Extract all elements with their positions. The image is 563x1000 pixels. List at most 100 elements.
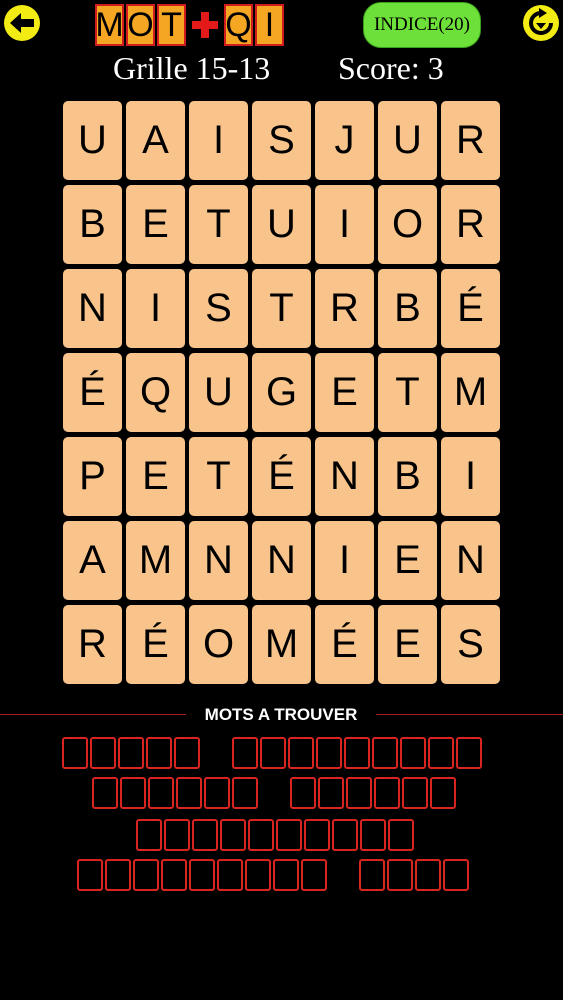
letter-tile[interactable]: O bbox=[189, 605, 248, 684]
back-button[interactable] bbox=[4, 5, 40, 41]
letter-slot bbox=[332, 819, 358, 851]
letter-tile[interactable]: T bbox=[378, 353, 437, 432]
letter-slot bbox=[105, 859, 131, 891]
letter-slot bbox=[164, 819, 190, 851]
letter-slot bbox=[189, 859, 215, 891]
letter-tile[interactable]: U bbox=[378, 101, 437, 180]
letter-tile[interactable]: A bbox=[63, 521, 122, 600]
logo-letter: O bbox=[126, 4, 155, 46]
letter-tile[interactable]: S bbox=[252, 101, 311, 180]
letter-tile[interactable]: U bbox=[189, 353, 248, 432]
letter-slot bbox=[456, 737, 482, 769]
letter-slot bbox=[304, 819, 330, 851]
hidden-word bbox=[92, 777, 258, 815]
letter-slot bbox=[133, 859, 159, 891]
letter-tile[interactable]: J bbox=[315, 101, 374, 180]
letter-slot bbox=[276, 819, 302, 851]
letter-tile[interactable]: B bbox=[63, 185, 122, 264]
letter-slot bbox=[430, 777, 456, 809]
words-section-title: MOTS A TROUVER bbox=[204, 705, 358, 724]
letter-grid: UAISJURBETUIORNISTRBÉÉQUGETMPETÉNBIAMNNI… bbox=[63, 101, 500, 685]
letter-slot bbox=[220, 819, 246, 851]
letter-tile[interactable]: M bbox=[252, 605, 311, 684]
letter-tile[interactable]: R bbox=[315, 269, 374, 348]
letter-slot bbox=[120, 777, 146, 809]
letter-tile[interactable]: U bbox=[63, 101, 122, 180]
letter-slot bbox=[92, 777, 118, 809]
letter-tile[interactable]: E bbox=[315, 353, 374, 432]
letter-tile[interactable]: B bbox=[378, 437, 437, 516]
letter-tile[interactable]: Q bbox=[126, 353, 185, 432]
logo-letter: M bbox=[95, 4, 124, 46]
letter-tile[interactable]: S bbox=[441, 605, 500, 684]
hidden-word bbox=[232, 737, 482, 775]
letter-tile[interactable]: T bbox=[252, 269, 311, 348]
letter-slot bbox=[136, 819, 162, 851]
letter-tile[interactable]: E bbox=[126, 185, 185, 264]
letter-tile[interactable]: É bbox=[252, 437, 311, 516]
hidden-word bbox=[77, 859, 327, 897]
hidden-word bbox=[62, 737, 200, 775]
letter-tile[interactable]: R bbox=[441, 185, 500, 264]
letter-slot bbox=[387, 859, 413, 891]
letter-slot bbox=[301, 859, 327, 891]
letter-slot bbox=[290, 777, 316, 809]
letter-slot bbox=[316, 737, 342, 769]
letter-tile[interactable]: M bbox=[441, 353, 500, 432]
hint-button[interactable]: INDICE(20) bbox=[363, 2, 481, 48]
letter-tile[interactable]: É bbox=[63, 353, 122, 432]
letter-tile[interactable]: G bbox=[252, 353, 311, 432]
letter-tile[interactable]: B bbox=[378, 269, 437, 348]
letter-tile[interactable]: S bbox=[189, 269, 248, 348]
letter-tile[interactable]: I bbox=[315, 185, 374, 264]
letter-slot bbox=[232, 737, 258, 769]
letter-tile[interactable]: É bbox=[315, 605, 374, 684]
letter-tile[interactable]: R bbox=[63, 605, 122, 684]
letter-slot bbox=[204, 777, 230, 809]
letter-tile[interactable]: N bbox=[252, 521, 311, 600]
letter-tile[interactable]: T bbox=[189, 185, 248, 264]
letter-tile[interactable]: É bbox=[126, 605, 185, 684]
letter-slot bbox=[388, 819, 414, 851]
letter-tile[interactable]: N bbox=[189, 521, 248, 600]
word-row bbox=[77, 859, 469, 897]
letter-slot bbox=[359, 859, 385, 891]
letter-tile[interactable]: T bbox=[189, 437, 248, 516]
letter-slot bbox=[415, 859, 441, 891]
refresh-button[interactable] bbox=[523, 5, 559, 41]
divider-right bbox=[376, 714, 563, 715]
letter-tile[interactable]: N bbox=[315, 437, 374, 516]
letter-slot bbox=[400, 737, 426, 769]
score-label: Score: 3 bbox=[338, 50, 444, 86]
letter-slot bbox=[273, 859, 299, 891]
refresh-icon bbox=[529, 8, 553, 35]
grid-label: Grille 15-13 bbox=[113, 50, 271, 86]
word-row bbox=[136, 819, 414, 857]
hidden-word bbox=[290, 777, 456, 815]
letter-tile[interactable]: E bbox=[378, 605, 437, 684]
letter-tile[interactable]: E bbox=[378, 521, 437, 600]
letter-slot bbox=[118, 737, 144, 769]
letter-tile[interactable]: I bbox=[315, 521, 374, 600]
letter-tile[interactable]: E bbox=[126, 437, 185, 516]
letter-tile[interactable]: I bbox=[189, 101, 248, 180]
letter-tile[interactable]: É bbox=[441, 269, 500, 348]
letter-tile[interactable]: I bbox=[441, 437, 500, 516]
letter-slot bbox=[245, 859, 271, 891]
letter-tile[interactable]: N bbox=[63, 269, 122, 348]
letter-tile[interactable]: P bbox=[63, 437, 122, 516]
letter-tile[interactable]: R bbox=[441, 101, 500, 180]
letter-tile[interactable]: I bbox=[126, 269, 185, 348]
letter-tile[interactable]: U bbox=[252, 185, 311, 264]
hidden-word bbox=[359, 859, 469, 897]
logo-letter: Q bbox=[224, 4, 253, 46]
letter-tile[interactable]: O bbox=[378, 185, 437, 264]
letter-slot bbox=[318, 777, 344, 809]
letter-tile[interactable]: N bbox=[441, 521, 500, 600]
letter-slot bbox=[174, 737, 200, 769]
letter-tile[interactable]: M bbox=[126, 521, 185, 600]
letter-slot bbox=[161, 859, 187, 891]
logo-letter: I bbox=[255, 4, 284, 46]
logo-letter: T bbox=[157, 4, 186, 46]
letter-tile[interactable]: A bbox=[126, 101, 185, 180]
